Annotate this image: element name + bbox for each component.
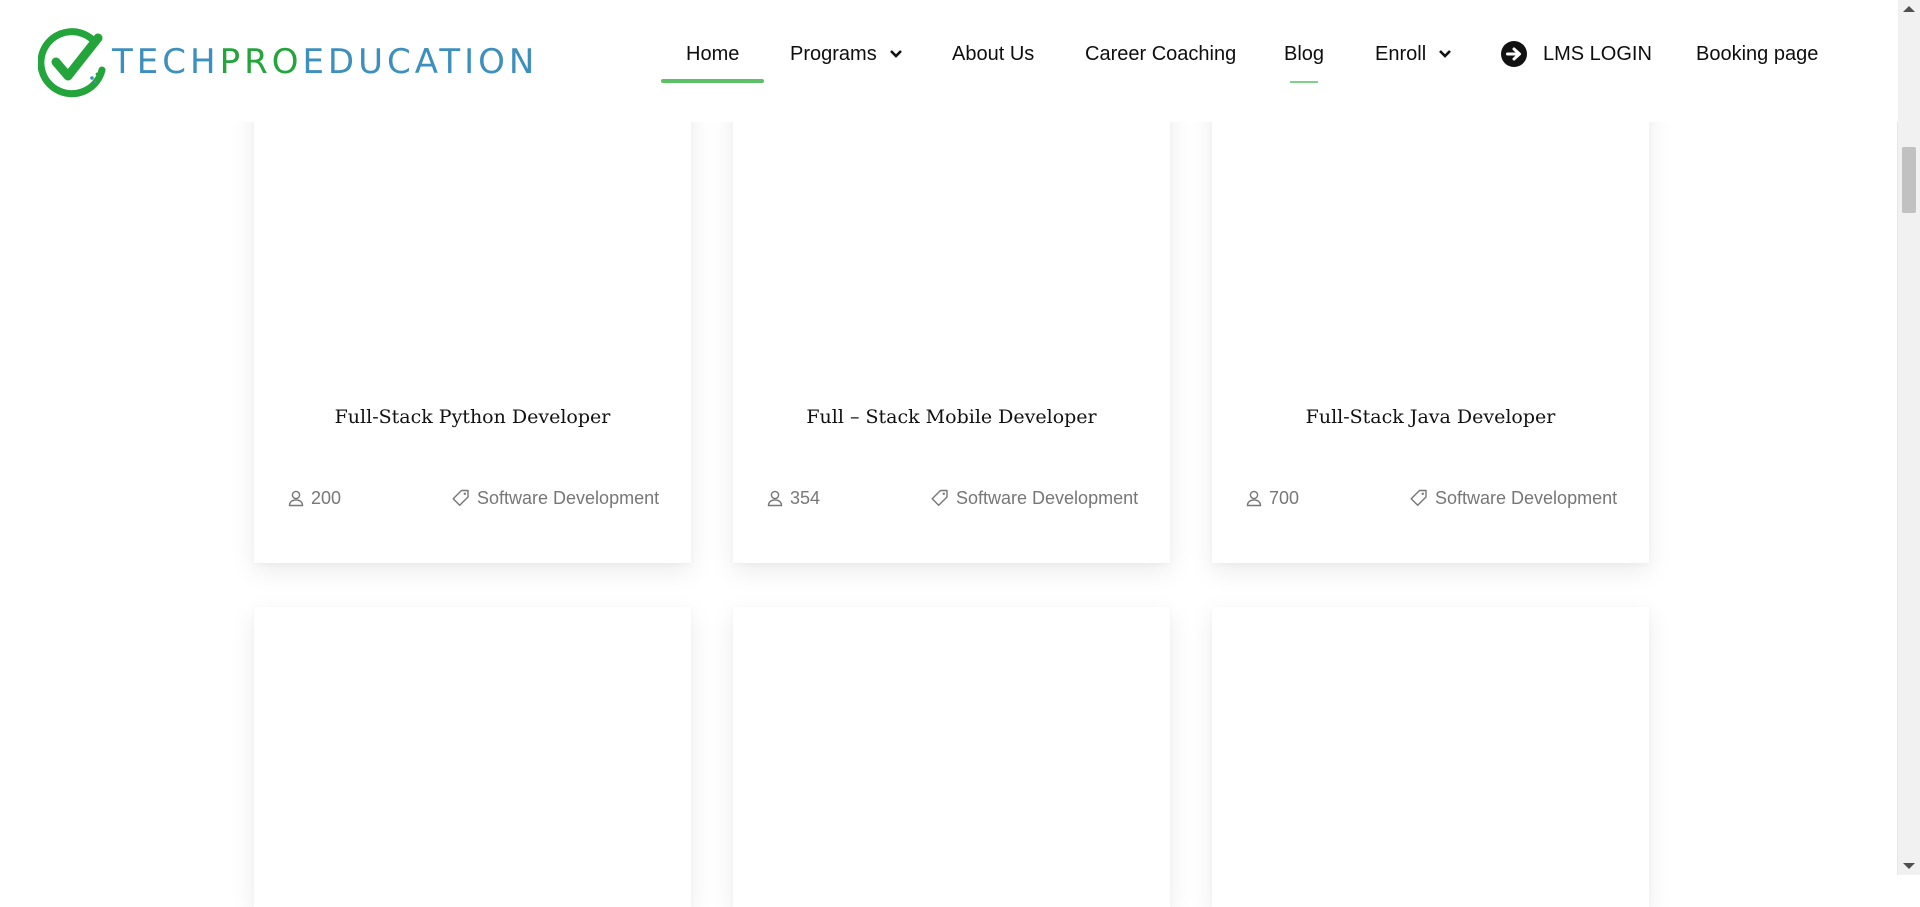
scroll-thumb[interactable] bbox=[1902, 147, 1916, 213]
tag-icon bbox=[1410, 489, 1427, 506]
hover-nav-indicator bbox=[1290, 81, 1318, 83]
logo-text-pro: PRO bbox=[219, 42, 303, 82]
course-card[interactable] bbox=[254, 607, 691, 907]
nav-blog[interactable]: Blog bbox=[1284, 40, 1324, 68]
course-students: 354 bbox=[766, 486, 820, 510]
nav-booking-page[interactable]: Booking page bbox=[1696, 40, 1818, 68]
site-logo[interactable]: TECHPROEDUCATION bbox=[38, 26, 600, 98]
nav-label: Blog bbox=[1284, 42, 1325, 65]
course-card[interactable] bbox=[1212, 607, 1649, 907]
nav-enroll[interactable]: Enroll bbox=[1375, 40, 1452, 68]
tag-icon bbox=[931, 489, 948, 506]
nav-programs[interactable]: Programs bbox=[790, 40, 903, 68]
course-students: 700 bbox=[1245, 486, 1299, 510]
category-label[interactable]: Software Development bbox=[477, 488, 659, 509]
site-header: TECHPROEDUCATION Home Programs About Us … bbox=[0, 0, 1898, 122]
user-icon bbox=[1246, 490, 1262, 507]
course-category[interactable]: Software Development bbox=[451, 486, 659, 510]
course-card[interactable] bbox=[733, 607, 1170, 907]
nav-home[interactable]: Home bbox=[686, 40, 739, 68]
nav-label: LMS LOGIN bbox=[1543, 42, 1652, 65]
course-title[interactable]: Full – Stack Mobile Developer bbox=[733, 406, 1170, 428]
scroll-up-icon[interactable] bbox=[1903, 6, 1915, 12]
nav-label: Career Coaching bbox=[1085, 42, 1237, 65]
user-icon bbox=[767, 490, 783, 507]
course-title[interactable]: Full-Stack Python Developer bbox=[254, 406, 691, 428]
logo-wordmark: TECHPROEDUCATION bbox=[112, 45, 538, 79]
user-icon bbox=[288, 490, 304, 507]
scroll-down-icon[interactable] bbox=[1903, 863, 1915, 869]
arrow-circle-right-icon bbox=[1501, 41, 1527, 67]
course-title[interactable]: Full-Stack Java Developer bbox=[1212, 406, 1649, 428]
nav-label: About Us bbox=[952, 42, 1035, 65]
student-count: 700 bbox=[1269, 487, 1300, 508]
nav-label: Booking page bbox=[1696, 42, 1819, 65]
category-label[interactable]: Software Development bbox=[956, 488, 1138, 509]
logo-text-education: EDUCATION bbox=[302, 42, 539, 82]
course-category[interactable]: Software Development bbox=[930, 486, 1138, 510]
student-count: 354 bbox=[790, 487, 821, 508]
nav-about-us[interactable]: About Us bbox=[952, 40, 1034, 68]
course-students: 200 bbox=[287, 486, 341, 510]
chevron-down-icon bbox=[1439, 50, 1452, 58]
nav-career-coaching[interactable]: Career Coaching bbox=[1085, 40, 1236, 68]
page-scrollbar[interactable] bbox=[1897, 0, 1920, 875]
chevron-down-icon bbox=[889, 50, 902, 58]
course-category[interactable]: Software Development bbox=[1409, 486, 1617, 510]
logo-check-icon bbox=[38, 28, 106, 98]
nav-label: Enroll bbox=[1375, 42, 1427, 65]
logo-text-tech: TECH bbox=[112, 42, 220, 82]
tag-icon bbox=[452, 489, 469, 506]
active-nav-indicator bbox=[661, 79, 764, 83]
nav-lms-login[interactable]: LMS LOGIN bbox=[1501, 40, 1652, 68]
nav-label: Programs bbox=[790, 42, 877, 65]
student-count: 200 bbox=[311, 487, 342, 508]
nav-label: Home bbox=[686, 42, 740, 65]
category-label[interactable]: Software Development bbox=[1435, 488, 1617, 509]
